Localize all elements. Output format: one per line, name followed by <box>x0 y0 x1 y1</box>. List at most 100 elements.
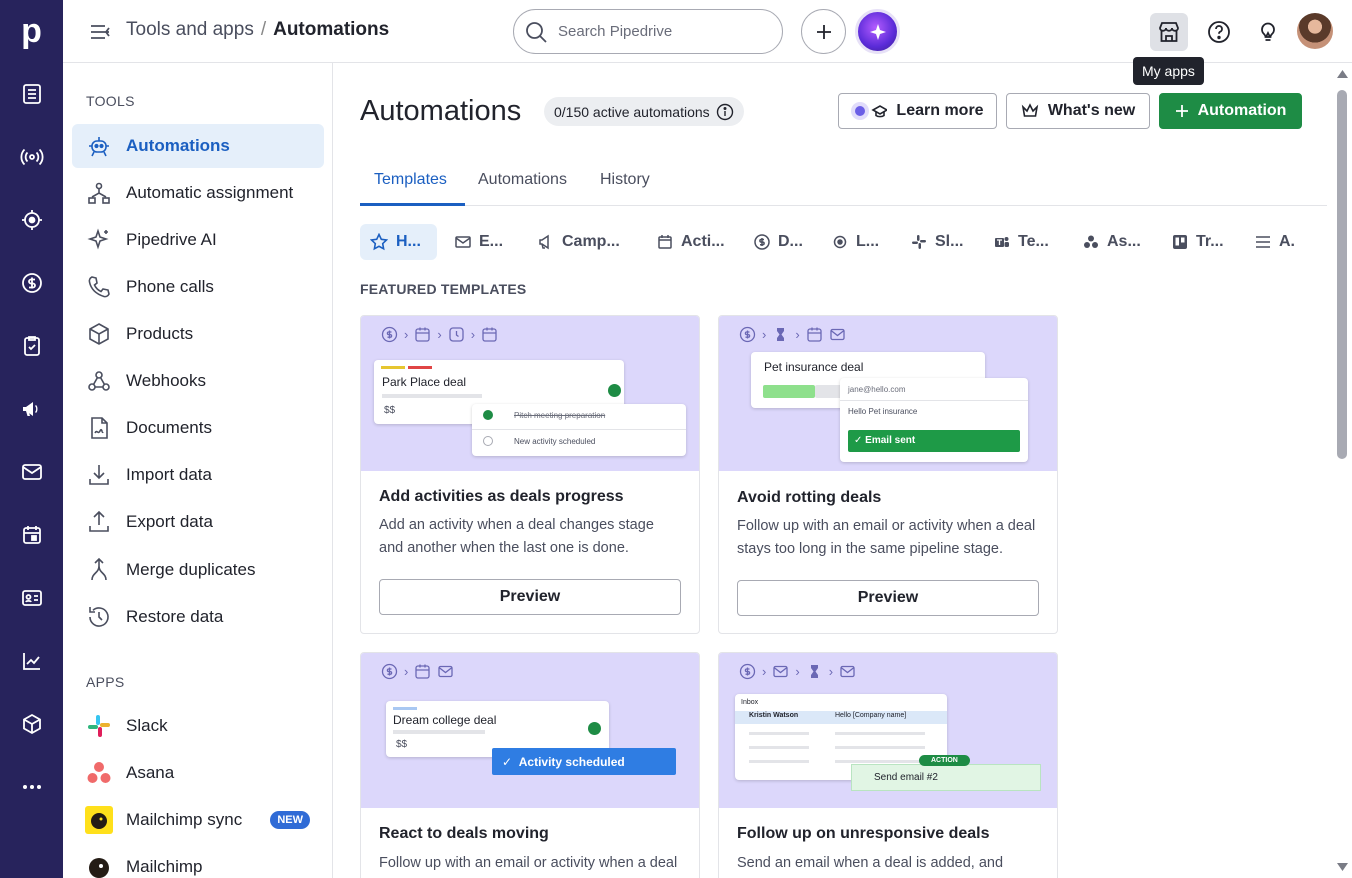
tab-history[interactable]: History <box>600 171 650 189</box>
calendar-icon <box>658 235 672 249</box>
chip-activities[interactable]: Acti... <box>647 224 735 260</box>
pipedrive-logo[interactable]: p <box>0 0 63 63</box>
sidebar-item-label: Restore data <box>126 607 224 626</box>
insights-chart-icon[interactable] <box>0 641 63 681</box>
sidebar-item-label: Products <box>126 324 194 343</box>
contacts-card-icon[interactable] <box>0 578 63 618</box>
preview-button[interactable]: Preview <box>379 579 681 615</box>
clock-icon <box>449 327 464 342</box>
sidebar-item-automatic-assignment[interactable]: Automatic assignment <box>72 171 324 215</box>
chip-label: Acti... <box>681 233 725 250</box>
template-card-follow-up-unresponsive[interactable]: › › › Inbox Kristin Watson Hello [Compan… <box>718 652 1058 878</box>
scrollbar-thumb[interactable] <box>1337 90 1347 459</box>
breadcrumb-parent[interactable]: Tools and apps <box>126 19 254 40</box>
sidebar-item-phone-calls[interactable]: Phone calls <box>72 265 324 309</box>
card-description: Follow up with an email or activity when… <box>737 518 1036 557</box>
email-card: jane@hello.com Hello Pet insurance ✓ Ema… <box>840 378 1028 462</box>
signal-icon[interactable] <box>0 137 63 177</box>
chip-home[interactable]: H... <box>360 224 437 260</box>
sidebar-item-products[interactable]: Products <box>72 312 324 356</box>
scroll-up-icon[interactable] <box>1336 69 1349 79</box>
chip-label: Te... <box>1018 233 1049 250</box>
calendar-icon <box>807 327 822 342</box>
sidebar-item-documents[interactable]: Documents <box>72 406 324 450</box>
sidebar-item-restore-data[interactable]: Restore data <box>72 595 324 639</box>
chip-campaigns[interactable]: Camp... <box>528 224 630 260</box>
chip-leads[interactable]: L... <box>822 224 889 260</box>
preview-button[interactable]: Preview <box>737 580 1039 616</box>
sidebar-item-asana[interactable]: Asana <box>72 751 324 795</box>
chip-slack[interactable]: Sl... <box>901 224 973 260</box>
sidebar-item-mailchimp-sync[interactable]: Mailchimp sync NEW <box>72 798 324 842</box>
slack-icon <box>912 235 926 249</box>
sidebar-item-import-data[interactable]: Import data <box>72 453 324 497</box>
email-subject: Hello [Company name] <box>835 712 907 719</box>
sidebar-item-pipedrive-ai[interactable]: Pipedrive AI <box>72 218 324 262</box>
sidebar-item-slack[interactable]: Slack <box>72 704 324 748</box>
my-apps-button[interactable] <box>1150 13 1188 51</box>
search-input[interactable] <box>558 23 758 40</box>
search-box[interactable] <box>513 9 783 54</box>
products-box-icon[interactable] <box>0 704 63 744</box>
sidebar-item-merge-duplicates[interactable]: Merge duplicates <box>72 548 324 592</box>
sidebar-item-webhooks[interactable]: Webhooks <box>72 359 324 403</box>
ai-assistant-button[interactable] <box>855 9 900 54</box>
chip-deals[interactable]: D... <box>744 224 813 260</box>
help-button[interactable] <box>1200 13 1238 51</box>
learn-more-button[interactable]: Learn more <box>838 93 997 129</box>
info-icon[interactable] <box>716 103 734 121</box>
email-to: jane@hello.com <box>848 385 906 394</box>
sidebar-item-mailchimp[interactable]: Mailchimp <box>72 845 324 878</box>
chip-all[interactable]: A. <box>1245 224 1305 260</box>
store-icon <box>1159 22 1179 42</box>
email-sent-status: ✓ Email sent <box>848 430 1020 452</box>
chip-label: A. <box>1279 233 1295 250</box>
chip-trello[interactable]: Tr... <box>1162 224 1234 260</box>
sidebar-item-export-data[interactable]: Export data <box>72 500 324 544</box>
dollar-icon <box>739 326 756 343</box>
add-automation-button[interactable]: Automation <box>1159 93 1302 129</box>
card-illustration: › › Pet insurance deal jane@hello.com He… <box>719 316 1057 471</box>
search-icon <box>526 21 547 43</box>
card-description: Send an email when a deal is added, and <box>737 855 1004 871</box>
more-dots-icon[interactable] <box>0 767 63 807</box>
deal-amount: $$ <box>384 405 396 416</box>
page-title: Automations <box>360 95 522 127</box>
quick-add-button[interactable] <box>801 9 846 54</box>
menu-toggle-icon[interactable] <box>89 21 111 43</box>
chip-label: D... <box>778 233 803 250</box>
whats-new-button[interactable]: What's new <box>1006 93 1150 129</box>
sidebar-item-label: Merge duplicates <box>126 560 256 579</box>
upload-icon <box>85 508 113 536</box>
sidebar-item-automations[interactable]: Automations <box>72 124 324 168</box>
top-bar: Tools and apps / Automations <box>63 0 1352 63</box>
template-card-react-to-deals[interactable]: › Dream college deal $$ ✓ Activity sched… <box>360 652 700 878</box>
tools-section-title: TOOLS <box>86 93 135 109</box>
mailchimp-monkey-icon <box>85 853 113 878</box>
template-card-avoid-rotting[interactable]: › › Pet insurance deal jane@hello.com He… <box>718 315 1058 634</box>
mail-icon[interactable] <box>0 452 63 492</box>
tools-sidebar: TOOLS Automations Automatic assignment P… <box>63 63 333 878</box>
scroll-down-icon[interactable] <box>1336 862 1349 872</box>
campaigns-megaphone-icon[interactable] <box>0 389 63 429</box>
chip-teams[interactable]: Te... <box>984 224 1059 260</box>
page-scrollbar[interactable] <box>1333 63 1352 878</box>
sidebar-item-label: Slack <box>126 716 168 735</box>
calendar-icon[interactable] <box>0 515 63 555</box>
card-illustration: › Dream college deal $$ ✓ Activity sched… <box>361 653 699 808</box>
chip-email[interactable]: E... <box>445 224 513 260</box>
calendar-icon <box>415 327 430 342</box>
user-avatar[interactable] <box>1297 13 1333 49</box>
template-card-add-activities[interactable]: › › › Park Place deal $$ Pitch meeting p… <box>360 315 700 634</box>
deals-dollar-icon[interactable] <box>0 263 63 303</box>
tab-templates[interactable]: Templates <box>374 171 447 189</box>
crown-icon <box>1021 103 1039 117</box>
hourglass-icon <box>810 665 818 678</box>
chip-asana[interactable]: As... <box>1073 224 1151 260</box>
activities-clipboard-icon[interactable] <box>0 326 63 366</box>
tips-button[interactable] <box>1249 13 1287 51</box>
dollar-icon <box>381 326 398 343</box>
tab-automations[interactable]: Automations <box>478 171 567 189</box>
leads-inbox-icon[interactable] <box>0 74 63 114</box>
target-icon[interactable] <box>0 200 63 240</box>
